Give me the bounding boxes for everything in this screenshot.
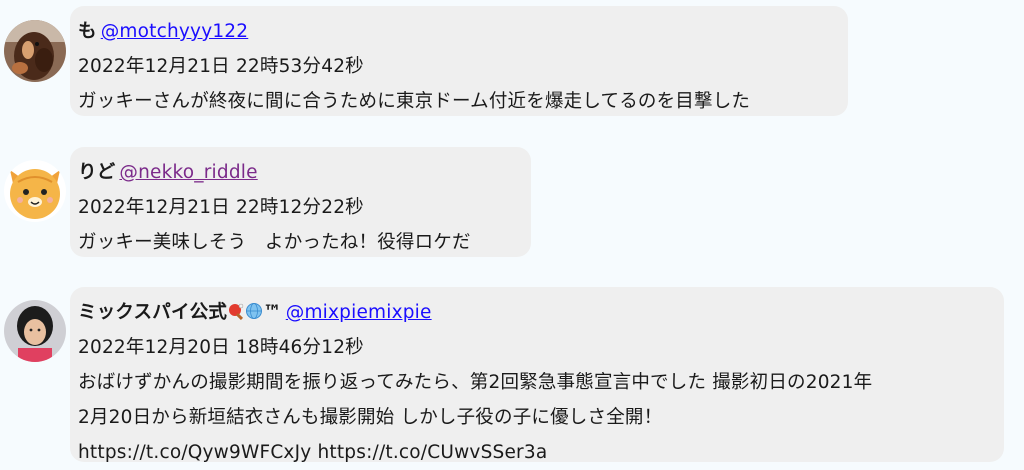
tweet-item: ミックスパイ公式 ™ @mixpiemixpie 2022年12月20日 18時4… bbox=[0, 287, 1024, 463]
tweet-timestamp: 2022年12月21日 22時12分22秒 bbox=[78, 197, 364, 218]
tweet-item: も @motchyyy122 2022年12月21日 22時53分42秒 ガッキー… bbox=[0, 6, 1024, 116]
tweet-header: も @motchyyy122 bbox=[78, 14, 838, 49]
tweet-bubble: も @motchyyy122 2022年12月21日 22時53分42秒 ガッキー… bbox=[70, 6, 848, 116]
avatar[interactable] bbox=[4, 20, 66, 82]
tweet-timestamp: 2022年12月20日 18時46分12秒 bbox=[78, 337, 364, 358]
tweet-text-line: 2月20日から新垣結衣さんも撮影開始 しかし子役の子に優しさ全開！ bbox=[78, 407, 663, 428]
trademark-mark: ™ bbox=[263, 302, 282, 323]
author-name: ミックスパイ公式 bbox=[78, 302, 228, 323]
tweet-timestamp: 2022年12月21日 22時53分42秒 bbox=[78, 56, 364, 77]
tweet-header: りど @nekko_riddle bbox=[78, 155, 521, 190]
tweet-header: ミックスパイ公式 ™ @mixpiemixpie bbox=[78, 295, 994, 330]
tweet-item: りど @nekko_riddle 2022年12月21日 22時12分22秒 ガッ… bbox=[0, 147, 1024, 257]
cat-illustration-avatar-icon bbox=[4, 160, 66, 222]
author-handle-link[interactable]: @motchyyy122 bbox=[101, 21, 249, 42]
tweet-feed: も @motchyyy122 2022年12月21日 22時53分42秒 ガッキー… bbox=[0, 0, 1024, 470]
tweet-text-links: https://t.co/Qyw9WFCxJy https://t.co/CUw… bbox=[78, 442, 548, 463]
author-name: りど bbox=[78, 162, 116, 183]
person-photo-avatar-icon bbox=[4, 300, 66, 362]
horse-photo-avatar-icon bbox=[4, 20, 66, 82]
tweet-text: ガッキー美味しそう よかったね！役得ロケだ bbox=[78, 232, 471, 253]
author-name: も bbox=[78, 21, 97, 42]
globe-icon bbox=[246, 303, 263, 319]
tweet-text: ガッキーさんが終夜に間に合うために東京ドーム付近を爆走してるのを目撃した bbox=[78, 91, 751, 112]
tweet-bubble: りど @nekko_riddle 2022年12月21日 22時12分22秒 ガッ… bbox=[70, 147, 531, 257]
ping-pong-icon bbox=[229, 303, 244, 320]
author-handle-link[interactable]: @nekko_riddle bbox=[119, 162, 257, 183]
avatar[interactable] bbox=[4, 300, 66, 362]
tweet-text-line: おばけずかんの撮影期間を振り返ってみたら、第2回緊急事態宣言中でした 撮影初日の… bbox=[78, 372, 873, 393]
avatar[interactable] bbox=[4, 160, 66, 222]
author-handle-link[interactable]: @mixpiemixpie bbox=[286, 302, 432, 323]
tweet-bubble: ミックスパイ公式 ™ @mixpiemixpie 2022年12月20日 18時4… bbox=[70, 287, 1004, 463]
